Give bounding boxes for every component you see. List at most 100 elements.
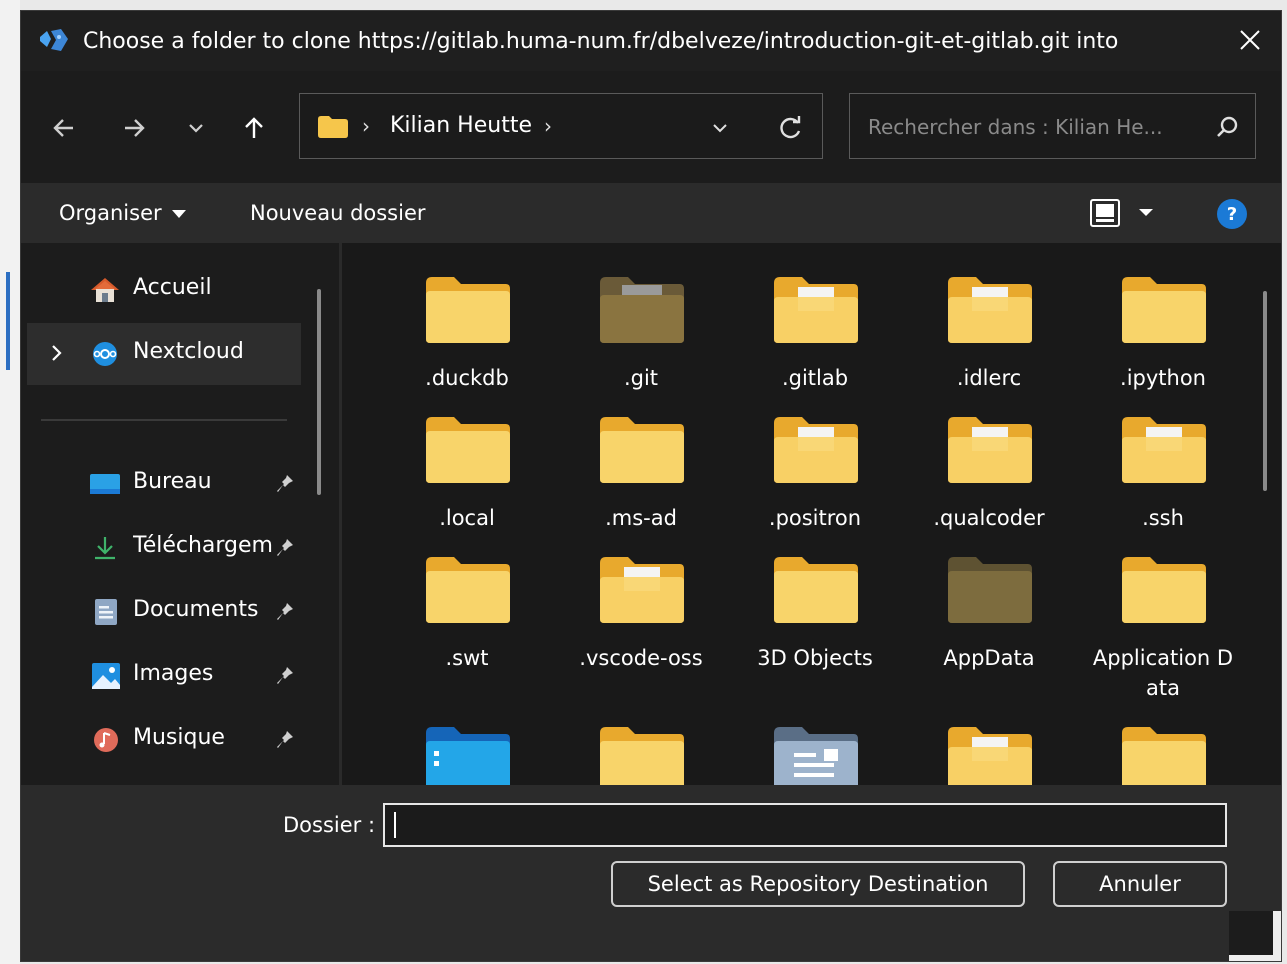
sidebar-item-bureau[interactable]: Bureau <box>27 453 301 515</box>
cancel-button[interactable]: Annuler <box>1053 861 1227 907</box>
download-icon <box>95 537 115 560</box>
breadcrumb-item[interactable]: Kilian Heutte <box>390 113 532 138</box>
arrow-left-icon <box>53 119 73 137</box>
folder-name: AppData <box>943 646 1035 670</box>
sidebar-item-label: Accueil <box>133 275 212 300</box>
navigation-pane: Accueil Nextcloud Bureau Téléchargem Doc… <box>21 243 339 785</box>
pin-icon[interactable] <box>275 729 295 751</box>
sidebar-item-label: Bureau <box>133 469 212 494</box>
desktop-icon <box>90 474 120 494</box>
nextcloud-icon <box>93 342 117 366</box>
contacts-folder-icon <box>774 727 858 785</box>
pin-icon[interactable] <box>275 601 295 623</box>
documents-icon <box>95 599 117 625</box>
folder-name: Application Data <box>1092 646 1234 700</box>
background-strip <box>0 0 20 964</box>
new-folder-button[interactable]: Nouveau dossier <box>250 201 426 225</box>
recent-locations-button[interactable] <box>177 109 215 147</box>
organize-menu[interactable]: Organiser <box>59 201 186 225</box>
folder-icon <box>426 277 510 343</box>
sidebar-scrollbar[interactable] <box>317 289 321 495</box>
folder-with-files-icon <box>600 557 684 623</box>
refresh-icon[interactable] <box>774 112 806 144</box>
folder-icon <box>426 557 510 623</box>
sidebar-item-label: Téléchargem <box>133 533 273 558</box>
navigation-bar: › Kilian Heutte › Rechercher dans : Kili… <box>21 71 1281 183</box>
window-edge-accent <box>6 272 10 370</box>
folder-icon <box>1122 557 1206 623</box>
folder-name: .local <box>439 506 495 530</box>
sidebar-item-documents[interactable]: Documents <box>27 581 301 643</box>
folder-name: .gitlab <box>781 366 849 390</box>
folder-picker-dialog: Choose a folder to clone https://gitlab.… <box>20 10 1282 962</box>
folder-icon <box>600 727 684 785</box>
sidebar-item-label: Musique <box>133 725 225 750</box>
folder-blue-icon <box>426 727 510 785</box>
folder-name: .ipython <box>1120 366 1206 390</box>
folder-icon <box>318 116 348 138</box>
folder-name: .positron <box>768 506 862 530</box>
resize-grip-inner <box>1229 911 1273 955</box>
pin-icon[interactable] <box>275 665 295 687</box>
sidebar-item-images[interactable]: Images <box>27 645 301 707</box>
search-placeholder: Rechercher dans : Kilian He... <box>868 115 1163 139</box>
home-icon <box>91 278 119 302</box>
search-icon <box>1217 116 1238 137</box>
folder-name-input[interactable] <box>383 803 1227 847</box>
folder-name: 3D Objects <box>757 646 873 670</box>
folder-icon <box>1122 727 1206 785</box>
close-icon <box>1240 30 1260 50</box>
folder-icon <box>600 417 684 483</box>
folder-icon <box>774 557 858 623</box>
caret-down-icon <box>171 210 186 218</box>
sidebar-item-telechargements[interactable]: Téléchargem <box>27 517 301 579</box>
folder-icon <box>426 417 510 483</box>
file-grid: .duckdb .git .gitlab .idlerc .ipython .l… <box>342 243 1281 785</box>
view-mode-icon[interactable] <box>1089 197 1159 229</box>
folder-hidden-icon <box>948 557 1032 623</box>
back-button[interactable] <box>45 109 83 147</box>
folder-name: .qualcoder <box>933 506 1045 530</box>
folder-with-files-icon <box>1122 417 1206 483</box>
folder-name: .duckdb <box>425 366 509 390</box>
folder-hidden-icon <box>600 277 684 343</box>
sidebar-item-nextcloud[interactable]: Nextcloud <box>27 323 301 385</box>
sidebar-item-musique[interactable]: Musique <box>27 709 301 771</box>
pin-icon[interactable] <box>275 537 295 559</box>
command-bar: Organiser Nouveau dossier ? <box>21 183 1281 243</box>
folder-with-files-icon <box>774 277 858 343</box>
breadcrumb-separator: › <box>362 114 370 138</box>
organize-label: Organiser <box>59 201 162 225</box>
up-button[interactable] <box>235 109 273 147</box>
folder-icon <box>1122 277 1206 343</box>
search-box[interactable]: Rechercher dans : Kilian He... <box>849 93 1256 159</box>
chevron-down-icon <box>189 124 203 133</box>
folder-name: .ssh <box>1142 506 1184 530</box>
folder-label: Dossier : <box>283 813 376 837</box>
select-destination-button[interactable]: Select as Repository Destination <box>611 861 1025 907</box>
close-button[interactable] <box>1231 21 1269 59</box>
folder-name: .vscode-oss <box>579 646 703 670</box>
chevron-right-icon[interactable] <box>47 341 67 365</box>
folder-name: .ms-ad <box>605 506 677 530</box>
forward-button[interactable] <box>115 109 153 147</box>
breadcrumb-separator[interactable]: › <box>544 114 552 138</box>
folder-with-files-icon <box>948 277 1032 343</box>
sidebar-item-label: Nextcloud <box>133 339 244 364</box>
help-button[interactable]: ? <box>1217 199 1247 229</box>
folder-name: .swt <box>445 646 489 670</box>
sidebar-item-accueil[interactable]: Accueil <box>27 259 301 321</box>
address-bar[interactable]: › Kilian Heutte › <box>299 93 823 159</box>
dialog-footer: Dossier : Select as Repository Destinati… <box>21 785 1281 961</box>
folder-name: .git <box>623 366 659 390</box>
file-grid-scrollbar[interactable] <box>1263 291 1267 491</box>
folder-with-files-icon <box>948 417 1032 483</box>
folder-name: .idlerc <box>956 366 1022 390</box>
sidebar-item-label: Images <box>133 661 214 686</box>
music-icon <box>94 728 118 752</box>
resize-grip[interactable] <box>1229 911 1281 961</box>
chevron-down-icon[interactable] <box>708 116 732 140</box>
pin-icon[interactable] <box>275 473 295 495</box>
images-icon <box>92 663 120 689</box>
window-title: Choose a folder to clone https://gitlab.… <box>83 29 1119 54</box>
